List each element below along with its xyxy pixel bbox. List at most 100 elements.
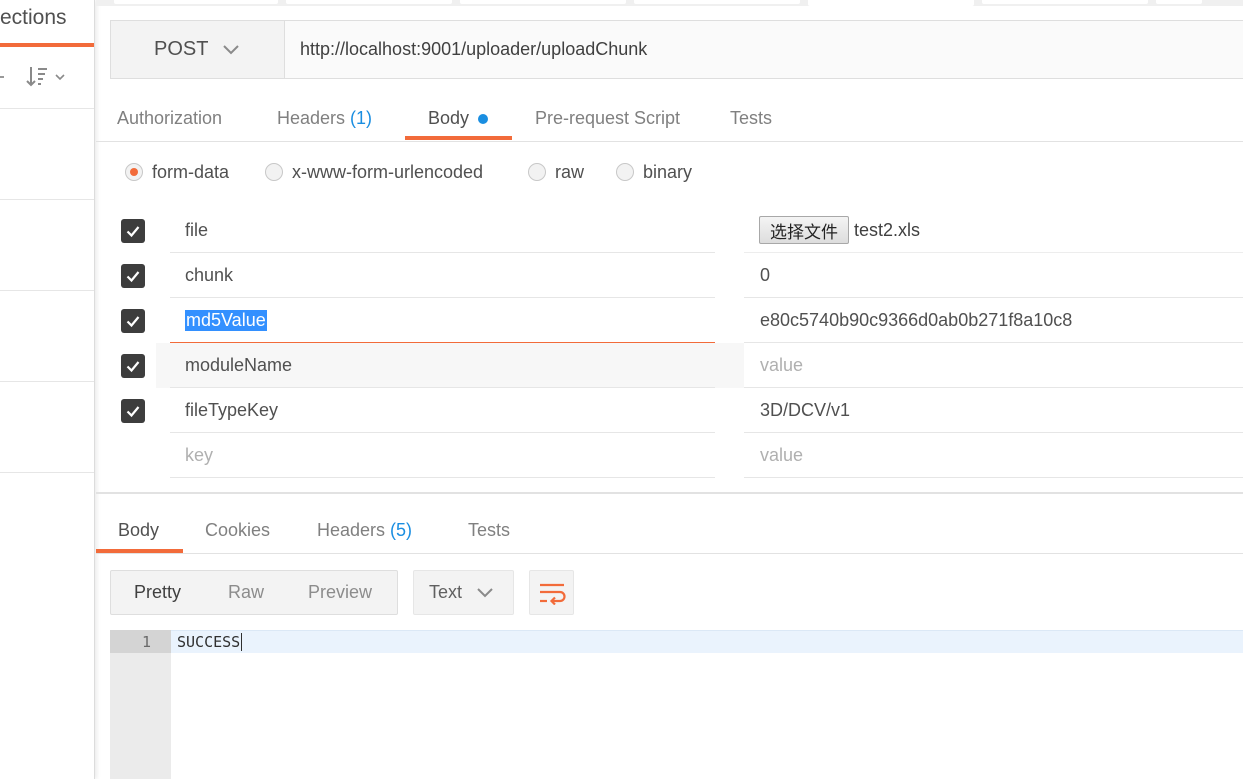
tab-label: Tests	[468, 520, 511, 540]
key-input[interactable]: chunk	[170, 253, 715, 298]
selected-key-text: md5Value	[185, 309, 267, 331]
request-tab[interactable]	[1156, 0, 1202, 4]
value-input[interactable]: 0	[744, 253, 1243, 298]
request-response-divider[interactable]	[96, 492, 1243, 494]
request-tab[interactable]	[286, 0, 452, 4]
tab-pre-request-script[interactable]: Pre-request Script	[535, 96, 680, 141]
file-value-cell: 选择文件 test2.xls	[744, 208, 1243, 253]
checkmark-icon	[126, 316, 140, 328]
sidebar-divider	[0, 108, 94, 109]
sidebar-divider	[0, 381, 94, 382]
key-input[interactable]: moduleName	[170, 343, 715, 388]
view-preview-button[interactable]: Preview	[308, 571, 372, 614]
checkmark-icon	[126, 406, 140, 418]
response-text: SUCCESS	[177, 632, 241, 651]
value-text: 0	[760, 264, 771, 285]
wrap-lines-button[interactable]	[529, 570, 574, 615]
choose-file-button[interactable]: 选择文件	[759, 216, 849, 244]
radio-unchecked-icon	[616, 163, 634, 181]
tab-label: Body	[118, 520, 160, 540]
tab-label: Body	[428, 108, 470, 128]
line-number: 1	[110, 630, 171, 653]
value-input[interactable]: e80c5740b90c9366d0ab0b271f8a10c8	[744, 298, 1243, 343]
response-tab-body[interactable]: Body	[118, 508, 159, 553]
request-tab-strip	[96, 0, 1243, 6]
radio-raw[interactable]: raw	[528, 159, 584, 185]
view-pretty-button[interactable]: Pretty	[134, 571, 181, 614]
key-input[interactable]: key	[170, 433, 715, 478]
request-tab[interactable]	[982, 0, 1148, 4]
active-line-highlight	[171, 630, 1243, 653]
radio-label: raw	[555, 161, 585, 182]
view-mode-toggle: Pretty Raw Preview	[110, 570, 398, 615]
active-tab-indicator	[96, 549, 183, 553]
file-name: test2.xls	[854, 219, 921, 240]
url-text: http://localhost:9001/uploader/uploadChu…	[300, 39, 648, 59]
value-placeholder: value	[760, 444, 804, 465]
value-text: 3D/DCV/v1	[760, 399, 851, 420]
tab-label: Pre-request Script	[535, 108, 681, 128]
tab-headers[interactable]: Headers (1)	[277, 96, 372, 141]
active-tab-indicator	[405, 136, 512, 140]
sidebar: ections	[0, 0, 95, 779]
chevron-down-icon	[223, 44, 240, 54]
tab-label: Authorization	[117, 108, 223, 128]
response-tab-headers[interactable]: Headers (5)	[317, 508, 412, 553]
text-cursor	[241, 632, 243, 651]
radio-label: x-www-form-urlencoded	[292, 161, 484, 182]
tab-body[interactable]: Body	[428, 96, 489, 141]
response-editor[interactable]: 1 SUCCESS	[110, 630, 1243, 779]
url-input[interactable]: http://localhost:9001/uploader/uploadChu…	[285, 21, 1243, 78]
radio-form-data[interactable]: form-data	[125, 159, 229, 185]
radio-x-www-form-urlencoded[interactable]: x-www-form-urlencoded	[265, 159, 483, 185]
form-row-md5value: md5Value e80c5740b90c9366d0ab0b271f8a10c…	[110, 298, 1243, 343]
radio-binary[interactable]: binary	[616, 159, 692, 185]
row-checkbox[interactable]	[121, 354, 145, 378]
headers-count-badge: (1)	[350, 108, 373, 128]
form-row-filetypekey: fileTypeKey 3D/DCV/v1	[110, 388, 1243, 433]
row-checkbox[interactable]	[121, 309, 145, 333]
form-row-modulename: moduleName value	[121, 343, 1243, 388]
chevron-down-icon	[477, 587, 493, 597]
key-input[interactable]: file	[170, 208, 715, 253]
sort-button[interactable]	[24, 62, 74, 92]
row-checkbox[interactable]	[121, 264, 145, 288]
key-text: moduleName	[185, 354, 293, 375]
response-line: SUCCESS	[177, 630, 243, 653]
format-dropdown[interactable]: Text	[413, 570, 514, 615]
request-tab[interactable]	[114, 0, 278, 4]
tab-label: Headers	[317, 520, 386, 540]
radio-checked-icon	[125, 163, 143, 181]
key-placeholder: key	[185, 444, 214, 465]
wrap-text-icon	[539, 583, 566, 605]
chevron-down-icon	[55, 74, 65, 81]
request-tab-active[interactable]	[808, 0, 974, 6]
checkmark-icon	[126, 361, 140, 373]
response-tab-cookies[interactable]: Cookies	[205, 508, 270, 553]
sidebar-divider	[0, 472, 94, 473]
row-checkbox[interactable]	[121, 399, 145, 423]
sidebar-tab-collections[interactable]: ections	[0, 6, 67, 30]
request-tab[interactable]	[634, 0, 800, 4]
row-checkbox[interactable]	[121, 219, 145, 243]
tab-tests[interactable]: Tests	[730, 96, 772, 141]
view-raw-button[interactable]: Raw	[228, 571, 264, 614]
radio-label: form-data	[152, 161, 230, 182]
method-label: POST	[154, 38, 209, 60]
request-tab[interactable]	[460, 0, 626, 4]
modified-dot-icon	[478, 113, 489, 124]
url-bar: POST http://localhost:9001/uploader/uplo…	[110, 20, 1243, 79]
response-tab-tests[interactable]: Tests	[468, 508, 510, 553]
tab-authorization[interactable]: Authorization	[117, 96, 222, 141]
key-input[interactable]: fileTypeKey	[170, 388, 715, 433]
value-input[interactable]: 3D/DCV/v1	[744, 388, 1243, 433]
sidebar-tab-indicator	[0, 43, 94, 47]
radio-unchecked-icon	[528, 163, 546, 181]
value-input[interactable]: value	[744, 343, 1243, 388]
value-input[interactable]: value	[744, 433, 1243, 478]
key-input-focused[interactable]: md5Value	[170, 298, 715, 343]
checkmark-icon	[126, 271, 140, 283]
method-dropdown[interactable]: POST	[111, 21, 285, 78]
radio-label: binary	[643, 161, 693, 182]
value-placeholder: value	[760, 354, 804, 375]
